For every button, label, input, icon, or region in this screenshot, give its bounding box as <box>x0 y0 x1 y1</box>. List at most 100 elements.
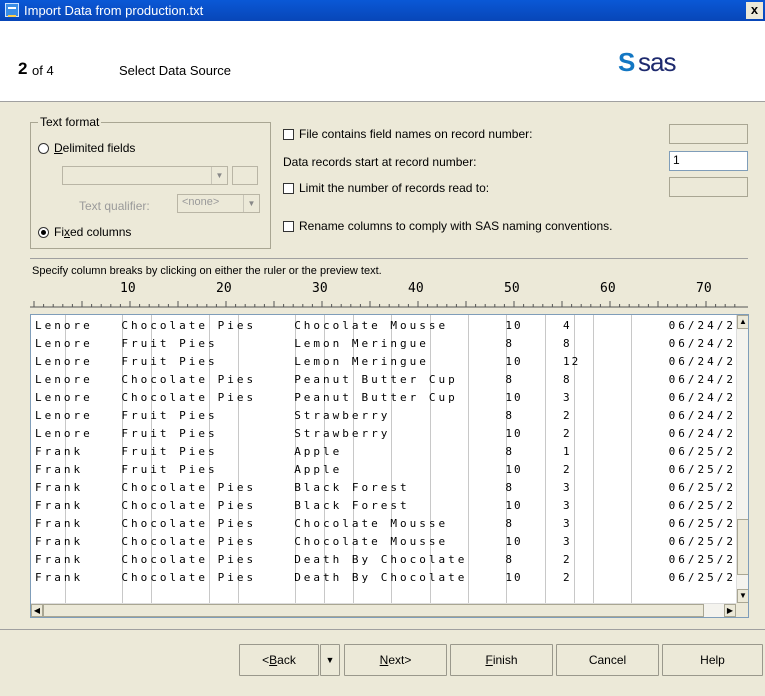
delimited-radio[interactable] <box>38 143 49 154</box>
rename-columns-checkbox[interactable] <box>283 221 294 232</box>
scroll-down-icon[interactable]: ▼ <box>737 589 748 603</box>
horizontal-scroll-thumb[interactable] <box>43 604 704 617</box>
scroll-left-icon[interactable]: ◀ <box>31 604 43 617</box>
step-of: of 4 <box>32 63 54 78</box>
preview-cell: 06/25/2 <box>668 445 736 458</box>
limit-records-input <box>669 177 748 197</box>
help-button[interactable]: Help <box>662 644 763 676</box>
ruler-ticks[interactable] <box>30 296 748 308</box>
preview-row[interactable]: Lenore Fruit Pies Strawberry 10 2 06/24/2 <box>31 425 735 442</box>
back-history-dropdown[interactable]: ▼ <box>320 644 340 676</box>
column-ruler[interactable]: 10 20 30 40 50 60 70 <box>30 282 748 312</box>
preview-row[interactable]: Frank Chocolate Pies Black Forest 8 3 06/25/2 <box>31 479 735 496</box>
preview-cell: 06/24/2 <box>668 427 736 440</box>
dropdown-arrow-icon: ▼ <box>325 655 335 665</box>
next-button[interactable]: Next> <box>344 644 447 676</box>
instructions-text: Specify column breaks by clicking on eit… <box>32 265 382 277</box>
preview-row[interactable]: Frank Chocolate Pies Chocolate Mousse 8 3 06/… <box>31 515 735 532</box>
preview-cell: Lemon Meringue <box>294 355 429 368</box>
fixed-columns-radio[interactable] <box>38 227 49 238</box>
preview-cell: Chocolate Pies <box>121 481 257 494</box>
preview-row[interactable]: Lenore Chocolate Pies Chocolate Mousse 10 4 0… <box>31 317 735 334</box>
preview-row[interactable]: Frank Chocolate Pies Black Forest 10 3 06/25/… <box>31 497 735 514</box>
preview-row[interactable]: Lenore Chocolate Pies Peanut Butter Cup 10 3… <box>31 389 735 406</box>
ruler-label: 40 <box>408 281 424 296</box>
preview-cell: 8 <box>505 409 515 422</box>
preview-cell: 8 <box>505 445 515 458</box>
limit-records-checkbox[interactable] <box>283 183 294 194</box>
horizontal-scrollbar[interactable]: ◀ ▶ <box>31 603 736 617</box>
preview-cell: 3 <box>563 499 572 512</box>
preview-cell: 10 <box>505 355 523 368</box>
dropdown-arrow-icon: ▼ <box>211 167 227 184</box>
divider <box>30 258 748 259</box>
preview-row[interactable]: Lenore Fruit Pies Strawberry 8 2 06/24/2 <box>31 407 735 424</box>
rename-columns-label[interactable]: Rename columns to comply with SAS naming… <box>299 219 612 233</box>
preview-cell: Fruit Pies <box>121 427 218 440</box>
ruler-label: 60 <box>600 281 616 296</box>
back-button[interactable]: <Back <box>239 644 319 676</box>
preview-cell: Chocolate Pies <box>121 571 257 584</box>
preview-row[interactable]: Frank Fruit Pies Apple 10 2 06/25/2 <box>31 461 735 478</box>
preview-row[interactable]: Frank Chocolate Pies Death By Chocolate 8 2 0… <box>31 551 735 568</box>
scroll-up-icon[interactable]: ▲ <box>737 315 748 329</box>
delimited-label[interactable]: Delimited fields <box>54 141 135 155</box>
preview-row[interactable]: Lenore Fruit Pies Lemon Meringue 8 8 06/24/2 <box>31 335 735 352</box>
cancel-button[interactable]: Cancel <box>556 644 659 676</box>
preview-cell: Strawberry <box>294 409 391 422</box>
limit-records-label[interactable]: Limit the number of records read to: <box>299 181 489 195</box>
preview-cell: Fruit Pies <box>121 445 218 458</box>
start-record-input[interactable]: 1 <box>669 151 748 171</box>
preview-cell: 10 <box>505 391 523 404</box>
dropdown-arrow-icon: ▼ <box>243 195 259 212</box>
preview-cell: 06/24/2 <box>668 391 736 404</box>
preview-cell: 8 <box>505 517 515 530</box>
preview-cell: Lenore <box>35 409 93 422</box>
sas-logo-mark: S <box>618 47 636 77</box>
preview-cell: Lenore <box>35 319 93 332</box>
preview-row[interactable]: Frank Chocolate Pies Death By Chocolate 10 2… <box>31 569 735 586</box>
preview-cell: 8 <box>563 337 572 350</box>
data-preview[interactable]: Lenore Chocolate Pies Chocolate Mousse 10 4 0… <box>30 314 749 618</box>
vertical-scroll-thumb[interactable] <box>737 519 748 575</box>
preview-cell: 3 <box>563 517 572 530</box>
field-names-label[interactable]: File contains field names on record numb… <box>299 127 532 141</box>
preview-cell: 8 <box>505 337 515 350</box>
preview-cell: 06/25/2 <box>668 517 736 530</box>
preview-row[interactable]: Frank Fruit Pies Apple 8 1 06/25/2 <box>31 443 735 460</box>
preview-cell: 10 <box>505 571 523 584</box>
preview-cell: Apple <box>294 463 343 476</box>
wizard-header: 2 of 4 Select Data Source S sas <box>0 21 765 102</box>
help-label: Help <box>700 653 725 667</box>
qualifier-value: <none> <box>182 196 220 208</box>
preview-row[interactable]: Frank Chocolate Pies Chocolate Mousse 10 3 06… <box>31 533 735 550</box>
qualifier-select: <none> ▼ <box>177 194 260 213</box>
fixed-columns-label[interactable]: Fixed columns <box>54 225 131 239</box>
preview-row[interactable]: Lenore Chocolate Pies Peanut Butter Cup 8 8 0… <box>31 371 735 388</box>
step-title: Select Data Source <box>119 63 232 78</box>
preview-cell: Fruit Pies <box>121 409 218 422</box>
delimited-accel: D <box>54 141 63 155</box>
back-label: <Back <box>262 653 296 667</box>
start-record-label: Data records start at record number: <box>283 155 477 169</box>
preview-row[interactable]: Lenore Fruit Pies Lemon Meringue 10 12 06/24/… <box>31 353 735 370</box>
finish-button[interactable]: Finish <box>450 644 553 676</box>
ruler-label: 50 <box>504 281 520 296</box>
sas-logo-icon: S sas <box>618 47 704 78</box>
preview-cell: 06/25/2 <box>668 553 736 566</box>
qualifier-label: Text qualifier: <box>79 199 150 213</box>
scroll-right-icon[interactable]: ▶ <box>724 604 736 617</box>
ruler-label: 30 <box>312 281 328 296</box>
vertical-scrollbar[interactable]: ▲ ▼ <box>736 315 748 603</box>
field-names-checkbox[interactable] <box>283 129 294 140</box>
preview-cell: Frank <box>35 445 84 458</box>
preview-cell: Frank <box>35 517 84 530</box>
preview-cell: Chocolate Pies <box>121 535 257 548</box>
close-icon[interactable]: x <box>746 2 763 19</box>
preview-cell: 06/24/2 <box>668 355 736 368</box>
preview-cell: 8 <box>505 481 515 494</box>
preview-cell: Apple <box>294 445 343 458</box>
accelerator-key: N <box>379 653 389 667</box>
preview-cell: Frank <box>35 553 84 566</box>
other-delimiter-input <box>232 166 258 185</box>
